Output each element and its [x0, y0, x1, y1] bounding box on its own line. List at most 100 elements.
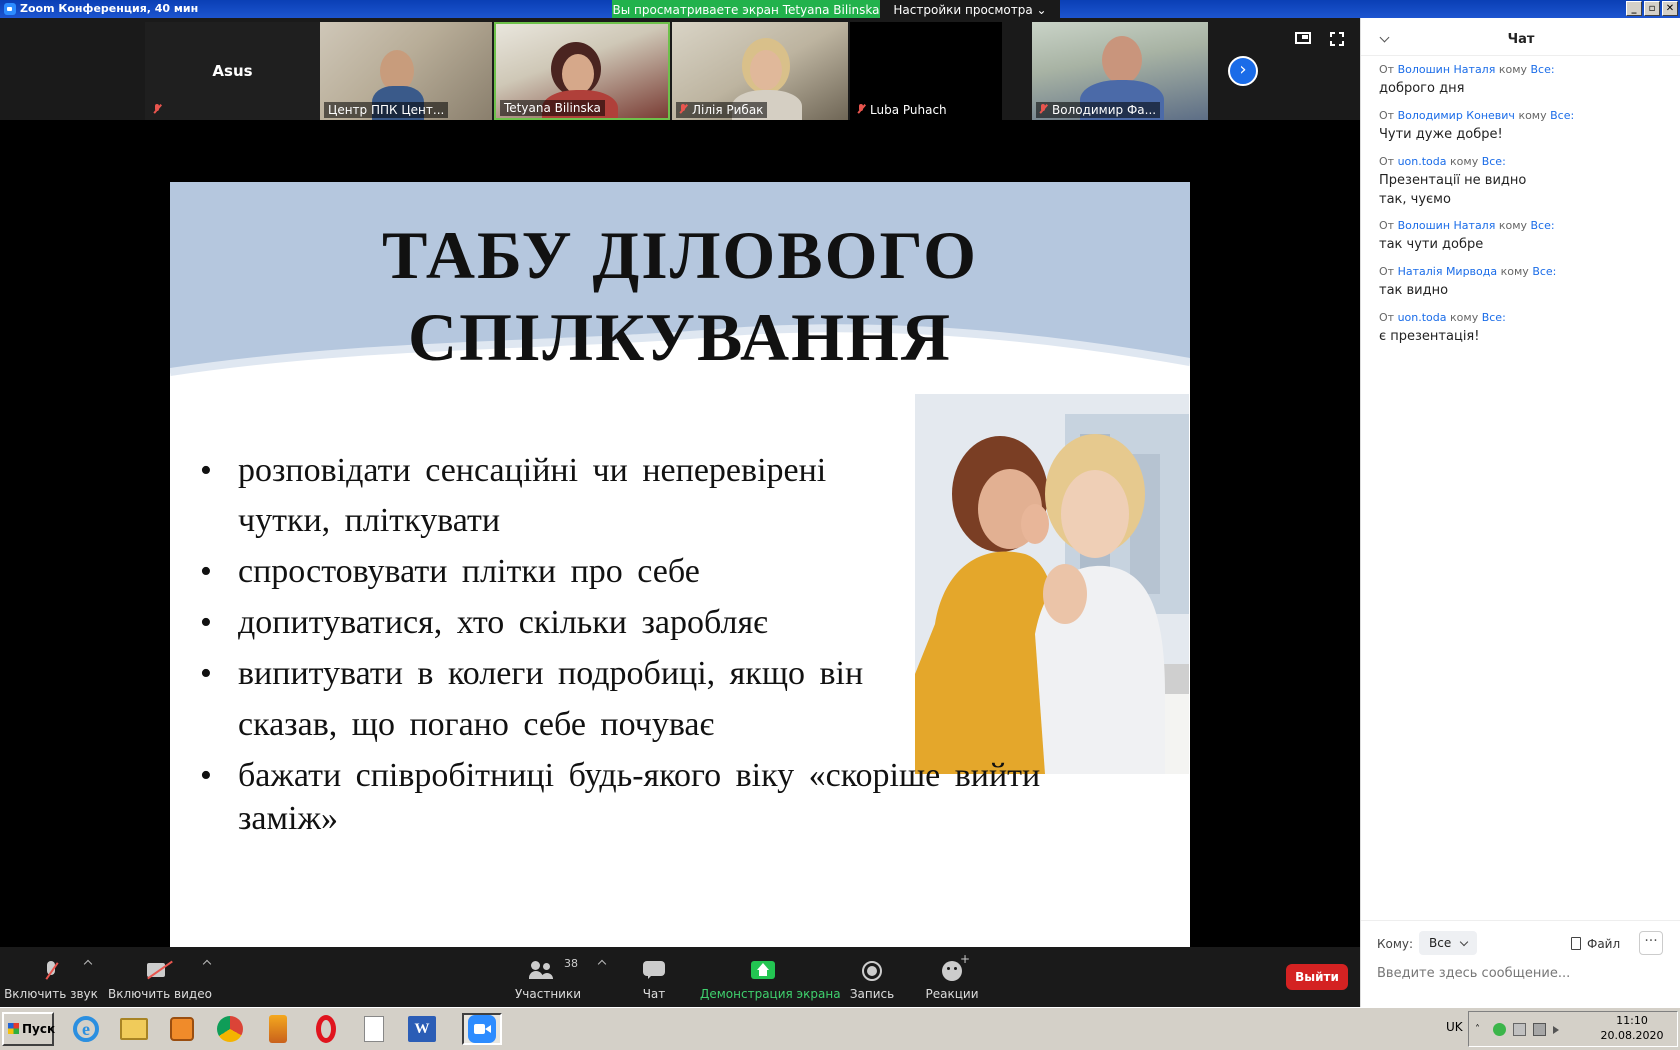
blank-document-icon	[364, 1016, 384, 1042]
folder-icon	[120, 1018, 148, 1040]
chat-button[interactable]: Чат	[630, 947, 678, 1007]
slide-title: ТАБУ ДІЛОВОГО СПІЛКУВАННЯ	[170, 214, 1190, 378]
leave-meeting-button[interactable]: Выйти	[1286, 964, 1348, 990]
mic-muted-icon	[153, 104, 162, 114]
clock-date: 20.08.2020	[1600, 1029, 1664, 1042]
chat-sender[interactable]: Наталія Мирвода	[1398, 265, 1498, 278]
slide-photo-women-whispering	[915, 394, 1189, 774]
close-button[interactable]: ✕	[1662, 1, 1678, 16]
record-button[interactable]: Запись	[846, 947, 898, 1007]
share-banner: Вы просматриваете экран Tetyana Bilinska	[612, 0, 880, 20]
maximize-button[interactable]: ▫	[1644, 1, 1660, 16]
chat-message-input[interactable]	[1377, 963, 1667, 983]
chat-message: От Волошин Наталя кому Все: так чути доб…	[1379, 218, 1669, 254]
zoom-app-icon	[4, 3, 16, 15]
participant-tile[interactable]: Центр ППК Цент...	[320, 22, 492, 120]
chat-message-text: Чути дуже добре!	[1379, 127, 1503, 142]
participants-icon	[528, 961, 553, 979]
participant-name-asus: Asus	[212, 62, 253, 80]
participants-count: 38	[564, 957, 578, 970]
internet-explorer-icon: e	[73, 1016, 99, 1042]
chat-message: От Волошин Наталя кому Все: доброго дня	[1379, 62, 1669, 98]
zoom-icon	[468, 1015, 496, 1043]
taskbar-opera[interactable]	[306, 1013, 346, 1045]
presentation-slide: ТАБУ ДІЛОВОГО СПІЛКУВАННЯ • розповідати …	[170, 182, 1190, 947]
chat-sender[interactable]: uon.toda	[1398, 311, 1447, 324]
opera-icon	[316, 1015, 336, 1043]
participant-name: Tetyana Bilinska	[500, 100, 605, 116]
chat-message: От Наталія Мирвода кому Все: так видно	[1379, 264, 1669, 300]
chat-header: Чат	[1361, 18, 1680, 56]
chat-message: От Володимир Коневич кому Все: Чути дуже…	[1379, 108, 1669, 144]
taskbar-chrome[interactable]	[210, 1013, 250, 1045]
chat-title: Чат	[1507, 32, 1535, 47]
mic-muted-icon	[1039, 104, 1048, 114]
participants-options-caret-icon[interactable]	[597, 959, 607, 969]
volume-icon[interactable]	[1553, 1026, 1559, 1034]
slide-title-line: ТАБУ ДІЛОВОГО	[381, 217, 979, 293]
reactions-button[interactable]: Реакции	[920, 947, 984, 1007]
layout-switch-icon[interactable]	[1295, 32, 1311, 44]
chat-sender[interactable]: Волошин Наталя	[1398, 219, 1496, 232]
slide-title-line: СПІЛКУВАННЯ	[407, 299, 953, 375]
taskbar-app[interactable]	[258, 1013, 298, 1045]
window-controls: _ ▫ ✕	[1626, 1, 1678, 16]
minimize-button[interactable]: _	[1626, 1, 1642, 16]
screen-share-area: ТАБУ ДІЛОВОГО СПІЛКУВАННЯ • розповідати …	[0, 120, 1360, 947]
unmute-button[interactable]: Включить звук	[0, 947, 102, 1007]
next-page-arrow-icon[interactable]: ›	[1228, 56, 1258, 86]
taskbar-clock[interactable]: 11:10 20.08.2020	[1592, 1013, 1672, 1043]
meeting-toolbar: Включить звук Включить видео 38 Участник…	[0, 947, 1360, 1007]
tray-device-icon[interactable]	[1533, 1023, 1546, 1036]
share-screen-icon	[751, 961, 775, 979]
share-screen-button[interactable]: Демонстрация экрана	[700, 947, 841, 1007]
mic-muted-icon	[857, 104, 866, 114]
chrome-icon	[217, 1016, 243, 1042]
media-player-icon	[170, 1017, 194, 1041]
file-icon	[1571, 937, 1581, 950]
taskbar-document[interactable]	[354, 1013, 394, 1045]
video-strip: Asus Центр ППК Цент... Tetyana Bilinska	[0, 18, 1360, 120]
participant-tile-active-speaker[interactable]: Tetyana Bilinska	[494, 22, 670, 120]
chat-sender[interactable]: uon.toda	[1398, 155, 1447, 168]
chat-compose-area: Кому: Все Файл ···	[1361, 920, 1680, 1007]
chat-sender[interactable]: Волошин Наталя	[1398, 63, 1496, 76]
record-icon	[862, 961, 882, 981]
participants-button[interactable]: 38 Участники	[512, 947, 584, 1007]
chat-message-text: Презентації не видно	[1379, 173, 1527, 188]
recipient-select[interactable]: Все	[1419, 931, 1477, 955]
app-icon	[269, 1015, 287, 1043]
tray-network-icon[interactable]	[1513, 1023, 1526, 1036]
participant-tile[interactable]: Luba Puhach	[850, 22, 1002, 120]
tray-expand-icon[interactable]: ˄	[1475, 1023, 1488, 1036]
participant-tile-asus[interactable]: Asus	[145, 22, 320, 120]
more-options-button[interactable]: ···	[1639, 931, 1663, 955]
chat-sender[interactable]: Володимир Коневич	[1398, 109, 1515, 122]
tray-status-icon[interactable]	[1493, 1023, 1506, 1036]
windows-taskbar: Пуск e W UK ˄ 11:10 20.08.2020	[0, 1007, 1680, 1050]
start-video-button[interactable]: Включить видео	[108, 947, 212, 1007]
chat-message: От uon.toda кому Все: є презентація!	[1379, 310, 1669, 346]
taskbar-media-player[interactable]	[162, 1013, 202, 1045]
chat-message-text: так, чуємо	[1379, 192, 1451, 207]
chat-bubble-icon	[643, 961, 665, 979]
word-icon: W	[408, 1016, 436, 1042]
language-indicator[interactable]: UK	[1446, 1020, 1463, 1034]
taskbar-word[interactable]: W	[402, 1013, 442, 1045]
taskbar-file-explorer[interactable]	[114, 1013, 154, 1045]
taskbar-zoom[interactable]	[462, 1013, 502, 1045]
clock-time: 11:10	[1616, 1014, 1648, 1027]
file-button[interactable]: Файл	[1571, 937, 1620, 951]
participant-name: Luba Puhach	[854, 102, 951, 118]
fullscreen-icon[interactable]	[1330, 32, 1344, 46]
participant-tile[interactable]: Лілія Рибак	[672, 22, 848, 120]
chat-message: От uon.toda кому Все: Презентації не вид…	[1379, 154, 1669, 209]
view-options-button[interactable]: Настройки просмотра ⌄	[880, 0, 1060, 20]
chat-message-text: так видно	[1379, 283, 1449, 298]
participant-name: Центр ППК Цент...	[324, 102, 449, 118]
chat-message-text: є презентація!	[1379, 329, 1480, 344]
emoji-reaction-icon	[942, 952, 970, 981]
taskbar-internet-explorer[interactable]: e	[66, 1013, 106, 1045]
participant-tile[interactable]: Володимир Фа...	[1032, 22, 1208, 120]
start-button[interactable]: Пуск	[2, 1012, 55, 1046]
